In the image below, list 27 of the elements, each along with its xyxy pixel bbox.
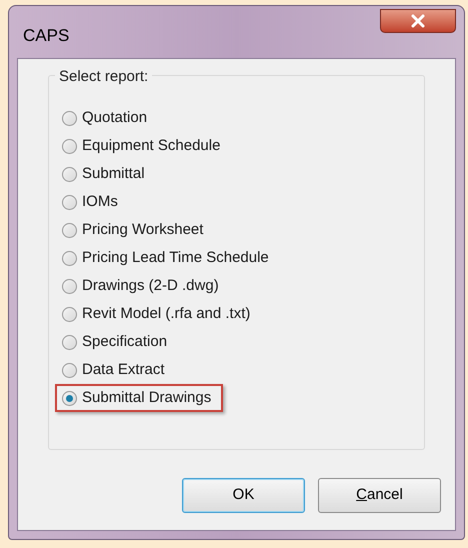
radio-option[interactable]: IOMs (62, 190, 118, 214)
radio-option[interactable]: Revit Model (.rfa and .txt) (62, 302, 250, 326)
window-title: CAPS (23, 25, 70, 47)
radio-option[interactable]: Submittal Drawings (62, 386, 212, 410)
radio-button[interactable] (62, 278, 77, 294)
radio-option[interactable]: Submittal (62, 162, 145, 186)
radio-button[interactable] (62, 306, 77, 322)
cancel-button[interactable]: Cancel (318, 478, 441, 513)
radio-option[interactable]: Quotation (62, 106, 148, 130)
radio-option[interactable]: Pricing Worksheet (62, 218, 204, 242)
radio-option[interactable]: Pricing Lead Time Schedule (62, 246, 269, 270)
radio-option[interactable]: Drawings (2-D .dwg) (62, 274, 219, 298)
close-icon (410, 14, 426, 28)
ok-button[interactable]: OK (182, 478, 305, 513)
radio-button[interactable] (62, 166, 77, 182)
radio-option[interactable]: Equipment Schedule (62, 134, 220, 158)
radio-option[interactable]: Data Extract (62, 358, 165, 382)
radio-button[interactable] (62, 222, 77, 238)
close-button[interactable] (380, 9, 456, 33)
radio-button[interactable] (62, 250, 77, 266)
radio-option[interactable]: Specification (62, 330, 168, 354)
radio-button[interactable] (62, 194, 77, 210)
radio-button[interactable] (62, 334, 77, 350)
radio-button[interactable] (62, 110, 77, 126)
radio-button[interactable] (62, 390, 77, 406)
radio-button[interactable] (62, 138, 77, 154)
radio-button[interactable] (62, 362, 77, 378)
